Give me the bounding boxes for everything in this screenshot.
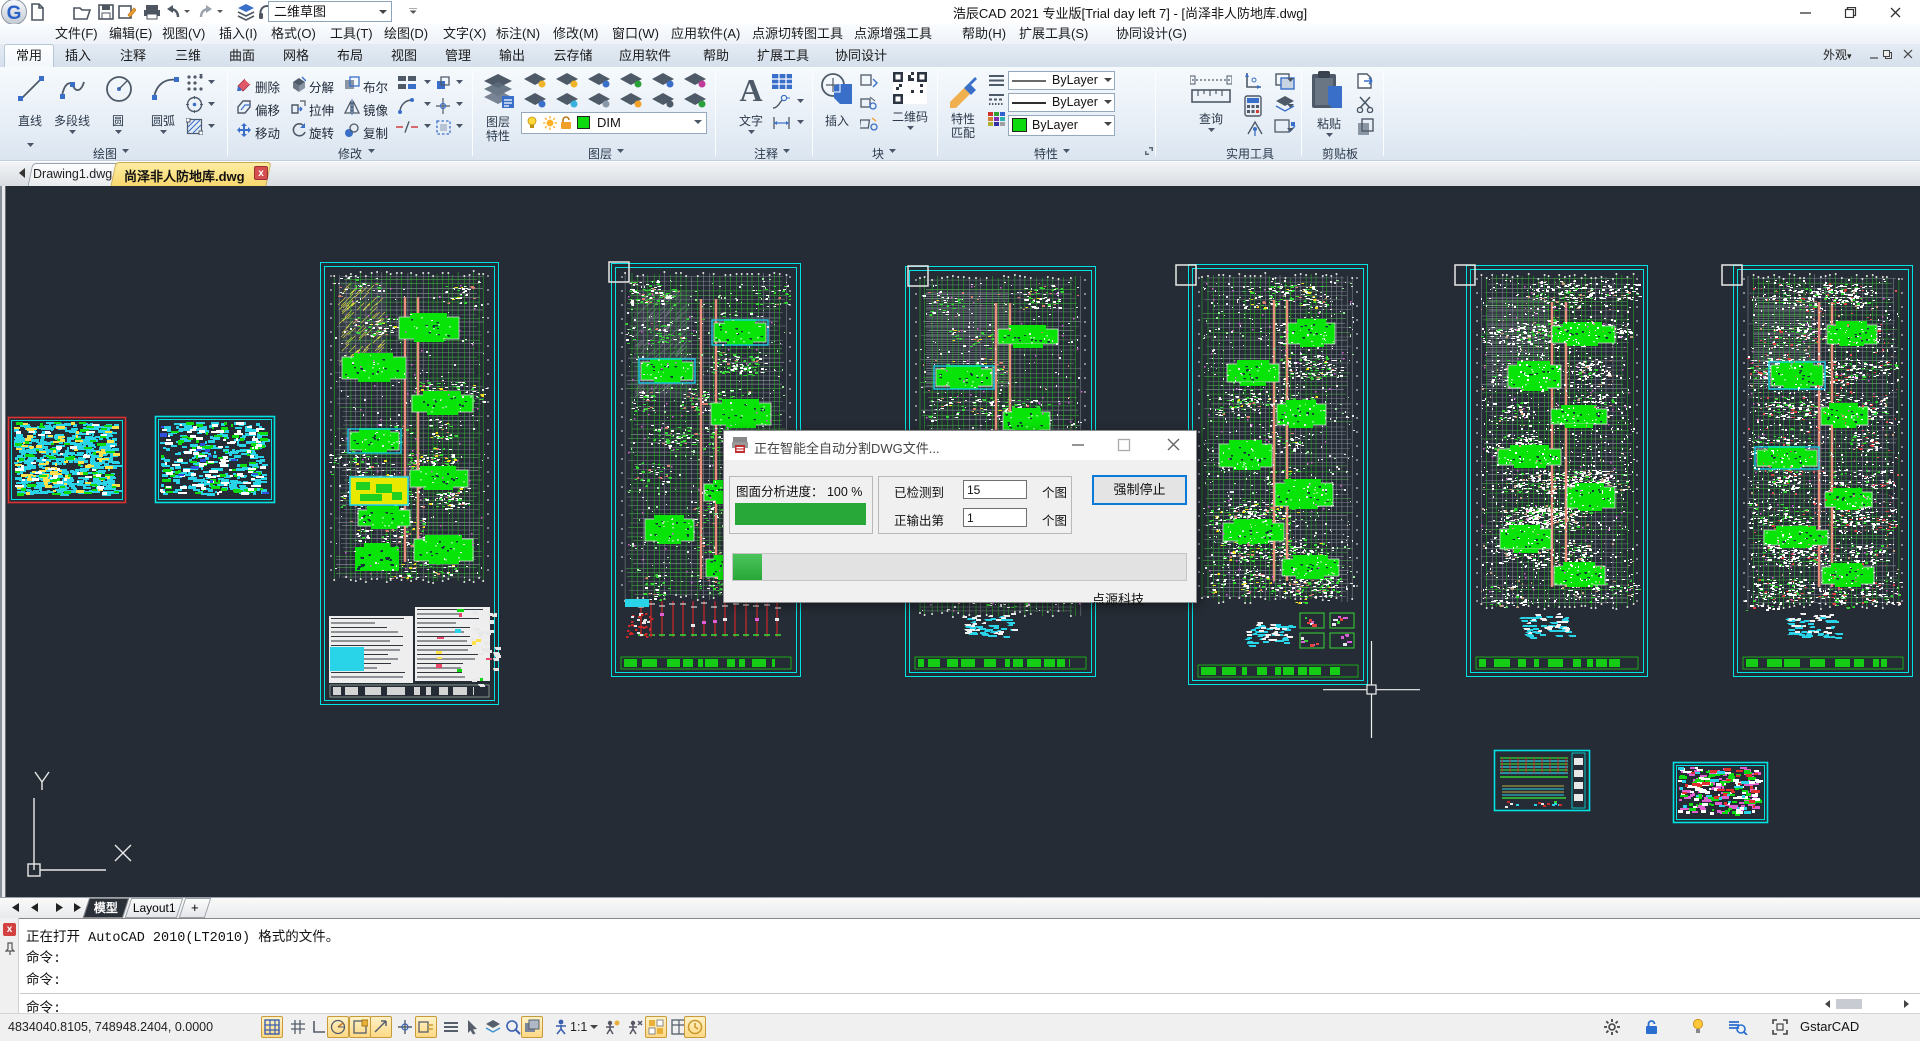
svg-text:G: G xyxy=(7,3,22,24)
svg-text:A: A xyxy=(739,72,762,106)
